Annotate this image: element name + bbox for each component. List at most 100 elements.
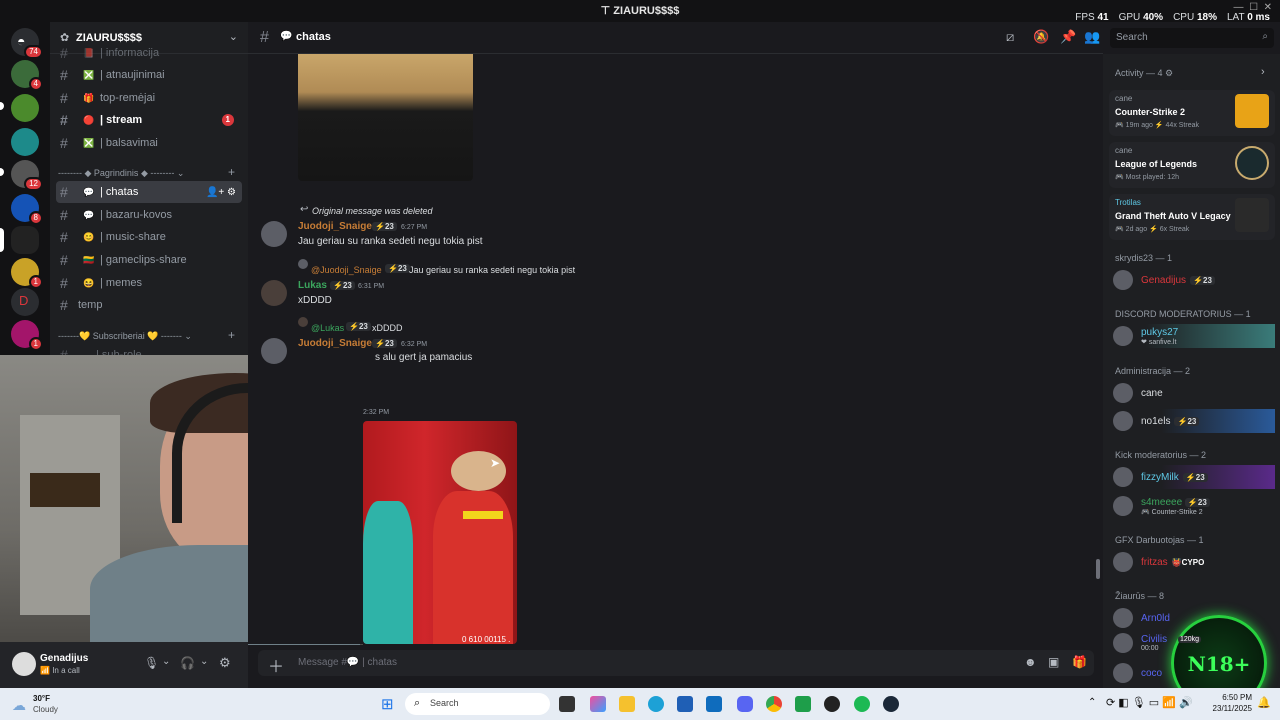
member-group-title: DISCORD MODERATORIUS — 1 xyxy=(1115,309,1251,319)
windows-start-icon[interactable]: ⊞ xyxy=(381,695,394,713)
pin-icon[interactable]: 📌 xyxy=(1060,29,1076,45)
edge-icon[interactable] xyxy=(648,696,664,712)
avatar[interactable] xyxy=(261,338,287,364)
server-icon-7[interactable]: 1 xyxy=(11,258,43,289)
channel-music-share[interactable]: # 😊 | music-share xyxy=(56,226,242,248)
mute-bell-icon[interactable]: 🔕 xyxy=(1033,29,1049,45)
hash-icon: # xyxy=(60,112,68,128)
member-row[interactable]: pukys27 ❤ sanfive.lt xyxy=(1113,324,1275,348)
server-icon-1[interactable]: 4 xyxy=(11,60,43,91)
clock-date[interactable]: 23/11/2025 xyxy=(1200,704,1252,713)
server-icon-5[interactable]: 8 xyxy=(11,194,43,225)
add-attachment-icon[interactable]: ＋ xyxy=(268,653,284,677)
activity-header: Activity — 4 ⚙ xyxy=(1115,68,1174,78)
invite-and-settings-icons[interactable]: 👤+ ⚙ xyxy=(206,187,236,198)
chrome-icon[interactable] xyxy=(766,696,782,712)
server-icon-9[interactable]: 1 xyxy=(11,320,43,351)
member-row[interactable]: Genadijus ⚡23 xyxy=(1113,268,1275,292)
member-list-icon[interactable]: 👥 xyxy=(1084,29,1100,45)
unread-badge: 1 xyxy=(221,114,234,126)
avatar[interactable] xyxy=(261,280,287,306)
tray-icons[interactable]: ⟳ ◧ 🎙 ▭ 📶 🔊 xyxy=(1106,696,1193,709)
window-controls[interactable]: — ☐ ✕ xyxy=(1234,2,1272,13)
spotify-icon[interactable] xyxy=(854,696,870,712)
avatar[interactable] xyxy=(12,652,36,676)
channel-informacija[interactable]: # 📕 | informacija xyxy=(56,42,242,64)
gear-icon[interactable]: ⚙ xyxy=(219,655,231,671)
reply-author[interactable]: @Lukas xyxy=(311,323,344,333)
obs-icon[interactable] xyxy=(824,696,840,712)
chevron-up-icon[interactable]: ⌃ xyxy=(1088,697,1096,708)
server-icon-3[interactable] xyxy=(11,128,39,156)
category-pagrindinis[interactable]: -------- ◆ Pagrindinis ◆ -------- ⌄ xyxy=(58,168,184,179)
search-input[interactable]: Search ⌕ xyxy=(1110,28,1274,48)
server-icon-active[interactable] xyxy=(11,226,39,254)
activity-card[interactable]: cane Counter-Strike 2 🎮 19m ago ⚡ 44x St… xyxy=(1109,90,1275,136)
discord-icon[interactable] xyxy=(737,696,753,712)
weather-desc[interactable]: Cloudy xyxy=(33,705,58,714)
message-author[interactable]: Juodoji_Snaige xyxy=(298,338,372,349)
headphones-icon[interactable]: 🎧 xyxy=(180,656,195,670)
channel-atnaujinimai[interactable]: # ❎ | atnaujinimai xyxy=(56,64,242,86)
copilot-icon[interactable] xyxy=(590,696,606,712)
channel-top-remejai[interactable]: # 🎁 top-remėjai xyxy=(56,87,242,109)
task-view-icon[interactable] xyxy=(559,696,575,712)
reply-author[interactable]: @Juodoji_Snaige xyxy=(311,265,382,275)
server-icon-2[interactable] xyxy=(11,94,39,122)
channel-emoji: 🇱🇹 xyxy=(83,254,95,265)
member-row[interactable]: fizzyMilk ⚡23 xyxy=(1113,465,1275,489)
weather-temp[interactable]: 30°F xyxy=(33,694,50,703)
channel-gameclips-share[interactable]: # 🇱🇹 | gameclips-share xyxy=(56,249,242,271)
category-subscriberiai[interactable]: -------💛 Subscriberiai 💛 ------- ⌄ xyxy=(58,331,192,342)
clock-time[interactable]: 6:50 PM xyxy=(1210,693,1252,702)
message-author[interactable]: Lukas xyxy=(298,280,327,291)
server-icon-4[interactable]: 12 xyxy=(11,160,43,191)
avatar[interactable] xyxy=(261,221,287,247)
reply-preview[interactable]: Original message was deleted xyxy=(312,206,433,216)
member-row[interactable]: cane xyxy=(1113,381,1275,405)
image-icon[interactable]: ▣ xyxy=(1048,655,1059,669)
channel-temp[interactable]: # temp xyxy=(56,294,242,316)
message-composer[interactable]: ＋ Message #💬 | chatas ☻ ▣ 🎁 xyxy=(258,650,1094,676)
channel-memes[interactable]: # 😆 | memes xyxy=(56,272,242,294)
channel-emoji: 😆 xyxy=(83,277,95,288)
channel-bazaru-kovos[interactable]: # 💬 | bazaru-kovos xyxy=(56,204,242,226)
store-icon[interactable] xyxy=(677,696,693,712)
scrollbar-thumb[interactable] xyxy=(1096,559,1100,579)
member-row[interactable]: no1els ⚡23 xyxy=(1113,409,1275,433)
channel-label: | balsavimai xyxy=(100,137,158,149)
avatar xyxy=(1113,467,1133,487)
channel-balsavimai[interactable]: # ❎ | balsavimai xyxy=(56,132,242,154)
channel-label: | atnaujinimai xyxy=(100,69,165,81)
video-attachment[interactable]: 0 610 00115 . xyxy=(363,421,517,644)
gift-icon[interactable]: 🎁 xyxy=(1072,655,1087,669)
add-channel-icon[interactable]: + xyxy=(228,165,235,179)
sticker-icon[interactable]: ☻ xyxy=(1024,655,1037,669)
chevron-right-icon[interactable]: › xyxy=(1261,66,1265,78)
chevron-down-icon[interactable]: ⌄ xyxy=(200,656,208,667)
steam-icon[interactable] xyxy=(883,696,899,712)
message-author[interactable]: Juodoji_Snaige xyxy=(298,221,372,232)
activity-card[interactable]: Trotilas Grand Theft Auto V Legacy 🎮 2d … xyxy=(1109,194,1275,240)
outlook-icon[interactable] xyxy=(706,696,722,712)
microphone-icon[interactable]: 🎙 xyxy=(144,656,159,670)
add-channel-icon[interactable]: + xyxy=(228,328,235,342)
channel-stream[interactable]: # 🔴 | stream 1 xyxy=(56,109,242,131)
server-icon-8[interactable]: D xyxy=(11,288,39,316)
taskbar-search[interactable]: ⌕ Search xyxy=(405,693,550,715)
notification-bell-icon[interactable]: 🔔 xyxy=(1257,696,1271,709)
member-row[interactable]: s4meeee ⚡23 🎮 Counter-Strike 2 xyxy=(1113,494,1275,518)
direct-messages-button[interactable]: ◓ 74 xyxy=(11,28,43,59)
channel-chatas[interactable]: # 💬 | chatas 👤+ ⚙ xyxy=(56,181,242,203)
activity-card[interactable]: cane League of Legends 🎮 Most played: 12… xyxy=(1109,142,1275,188)
member-group-title: Administracija — 2 xyxy=(1115,366,1191,376)
threads-icon[interactable]: ⧄ xyxy=(1006,29,1014,45)
chevron-down-icon[interactable]: ⌄ xyxy=(162,656,170,667)
server-badge: 4 xyxy=(28,77,43,91)
reply-preview[interactable]: xDDDD xyxy=(372,323,403,333)
member-row[interactable]: fritzas 👹CYPO xyxy=(1113,550,1275,574)
reply-preview[interactable]: Jau geriau su ranka sedeti negu tokia pi… xyxy=(409,265,575,275)
message-image-attachment[interactable] xyxy=(298,54,473,181)
file-explorer-icon[interactable] xyxy=(619,696,635,712)
app-green-icon[interactable] xyxy=(795,696,811,712)
